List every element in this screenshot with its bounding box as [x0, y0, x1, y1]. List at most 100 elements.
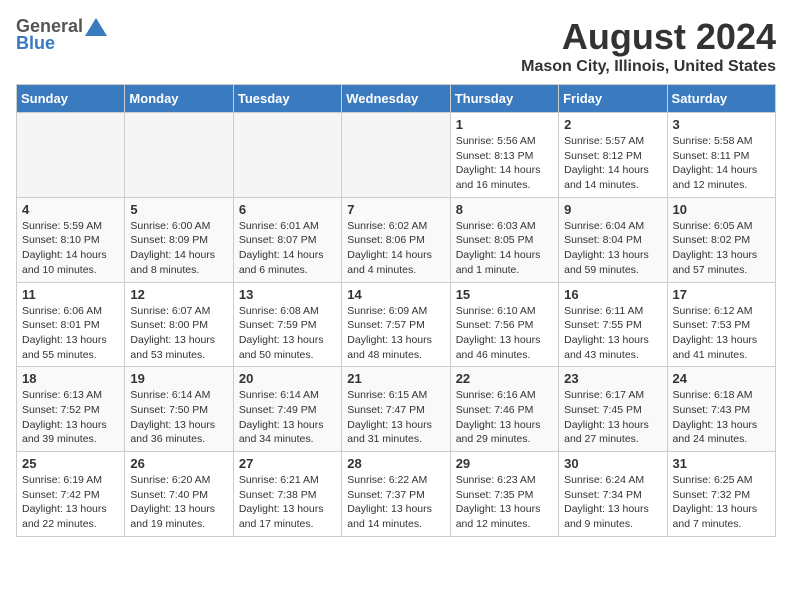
sunrise-label: Sunrise: 6:09 AM: [347, 305, 427, 317]
day-info: Sunrise: 6:23 AM Sunset: 7:35 PM Dayligh…: [456, 473, 553, 532]
calendar-day-14: 14 Sunrise: 6:09 AM Sunset: 7:57 PM Dayl…: [342, 282, 450, 367]
sunset-label: Sunset: 8:01 PM: [22, 319, 100, 331]
daylight-label: Daylight: 13 hours and 59 minutes.: [564, 249, 649, 276]
day-info: Sunrise: 5:58 AM Sunset: 8:11 PM Dayligh…: [673, 134, 770, 193]
sunrise-label: Sunrise: 6:00 AM: [130, 220, 210, 232]
sunrise-label: Sunrise: 6:20 AM: [130, 474, 210, 486]
daylight-label: Daylight: 14 hours and 10 minutes.: [22, 249, 107, 276]
sunset-label: Sunset: 8:11 PM: [673, 150, 750, 162]
logo-blue-text: Blue: [16, 33, 55, 54]
daylight-label: Daylight: 13 hours and 48 minutes.: [347, 334, 432, 361]
day-info: Sunrise: 6:17 AM Sunset: 7:45 PM Dayligh…: [564, 388, 661, 447]
sunrise-label: Sunrise: 6:14 AM: [239, 389, 319, 401]
day-number: 29: [456, 456, 553, 471]
daylight-label: Daylight: 13 hours and 9 minutes.: [564, 503, 649, 530]
daylight-label: Daylight: 14 hours and 4 minutes.: [347, 249, 432, 276]
calendar-day-11: 11 Sunrise: 6:06 AM Sunset: 8:01 PM Dayl…: [17, 282, 125, 367]
day-number: 22: [456, 371, 553, 386]
daylight-label: Daylight: 13 hours and 46 minutes.: [456, 334, 541, 361]
calendar-day-27: 27 Sunrise: 6:21 AM Sunset: 7:38 PM Dayl…: [233, 452, 341, 537]
day-number: 28: [347, 456, 444, 471]
calendar-day-31: 31 Sunrise: 6:25 AM Sunset: 7:32 PM Dayl…: [667, 452, 775, 537]
sunrise-label: Sunrise: 5:59 AM: [22, 220, 102, 232]
calendar-day-7: 7 Sunrise: 6:02 AM Sunset: 8:06 PM Dayli…: [342, 197, 450, 282]
day-number: 15: [456, 287, 553, 302]
week-row-4: 18 Sunrise: 6:13 AM Sunset: 7:52 PM Dayl…: [17, 367, 776, 452]
sunrise-label: Sunrise: 6:14 AM: [130, 389, 210, 401]
daylight-label: Daylight: 13 hours and 43 minutes.: [564, 334, 649, 361]
sunset-label: Sunset: 7:53 PM: [673, 319, 751, 331]
calendar-day-6: 6 Sunrise: 6:01 AM Sunset: 8:07 PM Dayli…: [233, 197, 341, 282]
calendar-day-empty: [17, 113, 125, 198]
daylight-label: Daylight: 14 hours and 14 minutes.: [564, 164, 649, 191]
daylight-label: Daylight: 13 hours and 57 minutes.: [673, 249, 758, 276]
daylight-label: Daylight: 13 hours and 24 minutes.: [673, 419, 758, 446]
sunset-label: Sunset: 8:02 PM: [673, 234, 751, 246]
day-number: 11: [22, 287, 119, 302]
calendar-day-9: 9 Sunrise: 6:04 AM Sunset: 8:04 PM Dayli…: [559, 197, 667, 282]
day-info: Sunrise: 6:19 AM Sunset: 7:42 PM Dayligh…: [22, 473, 119, 532]
day-number: 24: [673, 371, 770, 386]
day-info: Sunrise: 6:09 AM Sunset: 7:57 PM Dayligh…: [347, 304, 444, 363]
day-info: Sunrise: 6:00 AM Sunset: 8:09 PM Dayligh…: [130, 219, 227, 278]
day-info: Sunrise: 6:20 AM Sunset: 7:40 PM Dayligh…: [130, 473, 227, 532]
daylight-label: Daylight: 13 hours and 22 minutes.: [22, 503, 107, 530]
sunset-label: Sunset: 7:50 PM: [130, 404, 208, 416]
sunrise-label: Sunrise: 6:17 AM: [564, 389, 644, 401]
sunset-label: Sunset: 7:45 PM: [564, 404, 642, 416]
calendar-day-5: 5 Sunrise: 6:00 AM Sunset: 8:09 PM Dayli…: [125, 197, 233, 282]
day-info: Sunrise: 6:16 AM Sunset: 7:46 PM Dayligh…: [456, 388, 553, 447]
sunrise-label: Sunrise: 6:11 AM: [564, 305, 643, 317]
calendar-day-2: 2 Sunrise: 5:57 AM Sunset: 8:12 PM Dayli…: [559, 113, 667, 198]
header-thursday: Thursday: [450, 85, 558, 113]
daylight-label: Daylight: 13 hours and 29 minutes.: [456, 419, 541, 446]
calendar-day-23: 23 Sunrise: 6:17 AM Sunset: 7:45 PM Dayl…: [559, 367, 667, 452]
calendar-day-18: 18 Sunrise: 6:13 AM Sunset: 7:52 PM Dayl…: [17, 367, 125, 452]
daylight-label: Daylight: 13 hours and 31 minutes.: [347, 419, 432, 446]
daylight-label: Daylight: 13 hours and 27 minutes.: [564, 419, 649, 446]
day-info: Sunrise: 6:02 AM Sunset: 8:06 PM Dayligh…: [347, 219, 444, 278]
sub-title: Mason City, Illinois, United States: [521, 58, 776, 76]
day-info: Sunrise: 6:04 AM Sunset: 8:04 PM Dayligh…: [564, 219, 661, 278]
calendar-day-4: 4 Sunrise: 5:59 AM Sunset: 8:10 PM Dayli…: [17, 197, 125, 282]
sunrise-label: Sunrise: 6:16 AM: [456, 389, 536, 401]
week-row-5: 25 Sunrise: 6:19 AM Sunset: 7:42 PM Dayl…: [17, 452, 776, 537]
day-number: 16: [564, 287, 661, 302]
daylight-label: Daylight: 13 hours and 36 minutes.: [130, 419, 215, 446]
day-info: Sunrise: 6:14 AM Sunset: 7:50 PM Dayligh…: [130, 388, 227, 447]
sunrise-label: Sunrise: 6:18 AM: [673, 389, 753, 401]
calendar-day-22: 22 Sunrise: 6:16 AM Sunset: 7:46 PM Dayl…: [450, 367, 558, 452]
daylight-label: Daylight: 13 hours and 55 minutes.: [22, 334, 107, 361]
day-info: Sunrise: 6:15 AM Sunset: 7:47 PM Dayligh…: [347, 388, 444, 447]
day-info: Sunrise: 6:05 AM Sunset: 8:02 PM Dayligh…: [673, 219, 770, 278]
day-number: 27: [239, 456, 336, 471]
sunrise-label: Sunrise: 6:04 AM: [564, 220, 644, 232]
day-number: 31: [673, 456, 770, 471]
day-info: Sunrise: 6:18 AM Sunset: 7:43 PM Dayligh…: [673, 388, 770, 447]
day-number: 17: [673, 287, 770, 302]
calendar-day-10: 10 Sunrise: 6:05 AM Sunset: 8:02 PM Dayl…: [667, 197, 775, 282]
calendar-day-12: 12 Sunrise: 6:07 AM Sunset: 8:00 PM Dayl…: [125, 282, 233, 367]
header-saturday: Saturday: [667, 85, 775, 113]
calendar-day-empty: [342, 113, 450, 198]
sunrise-label: Sunrise: 6:06 AM: [22, 305, 102, 317]
day-number: 1: [456, 117, 553, 132]
day-info: Sunrise: 6:03 AM Sunset: 8:05 PM Dayligh…: [456, 219, 553, 278]
sunrise-label: Sunrise: 6:13 AM: [22, 389, 102, 401]
calendar-day-1: 1 Sunrise: 5:56 AM Sunset: 8:13 PM Dayli…: [450, 113, 558, 198]
sunrise-label: Sunrise: 6:22 AM: [347, 474, 427, 486]
sunset-label: Sunset: 7:47 PM: [347, 404, 425, 416]
day-info: Sunrise: 6:11 AM Sunset: 7:55 PM Dayligh…: [564, 304, 661, 363]
daylight-label: Daylight: 13 hours and 7 minutes.: [673, 503, 758, 530]
week-row-1: 1 Sunrise: 5:56 AM Sunset: 8:13 PM Dayli…: [17, 113, 776, 198]
header-wednesday: Wednesday: [342, 85, 450, 113]
day-number: 7: [347, 202, 444, 217]
day-number: 8: [456, 202, 553, 217]
sunrise-label: Sunrise: 6:24 AM: [564, 474, 644, 486]
calendar-day-15: 15 Sunrise: 6:10 AM Sunset: 7:56 PM Dayl…: [450, 282, 558, 367]
sunset-label: Sunset: 7:34 PM: [564, 489, 642, 501]
day-info: Sunrise: 6:12 AM Sunset: 7:53 PM Dayligh…: [673, 304, 770, 363]
calendar-day-8: 8 Sunrise: 6:03 AM Sunset: 8:05 PM Dayli…: [450, 197, 558, 282]
logo-bird-icon: [85, 18, 107, 36]
daylight-label: Daylight: 13 hours and 17 minutes.: [239, 503, 324, 530]
